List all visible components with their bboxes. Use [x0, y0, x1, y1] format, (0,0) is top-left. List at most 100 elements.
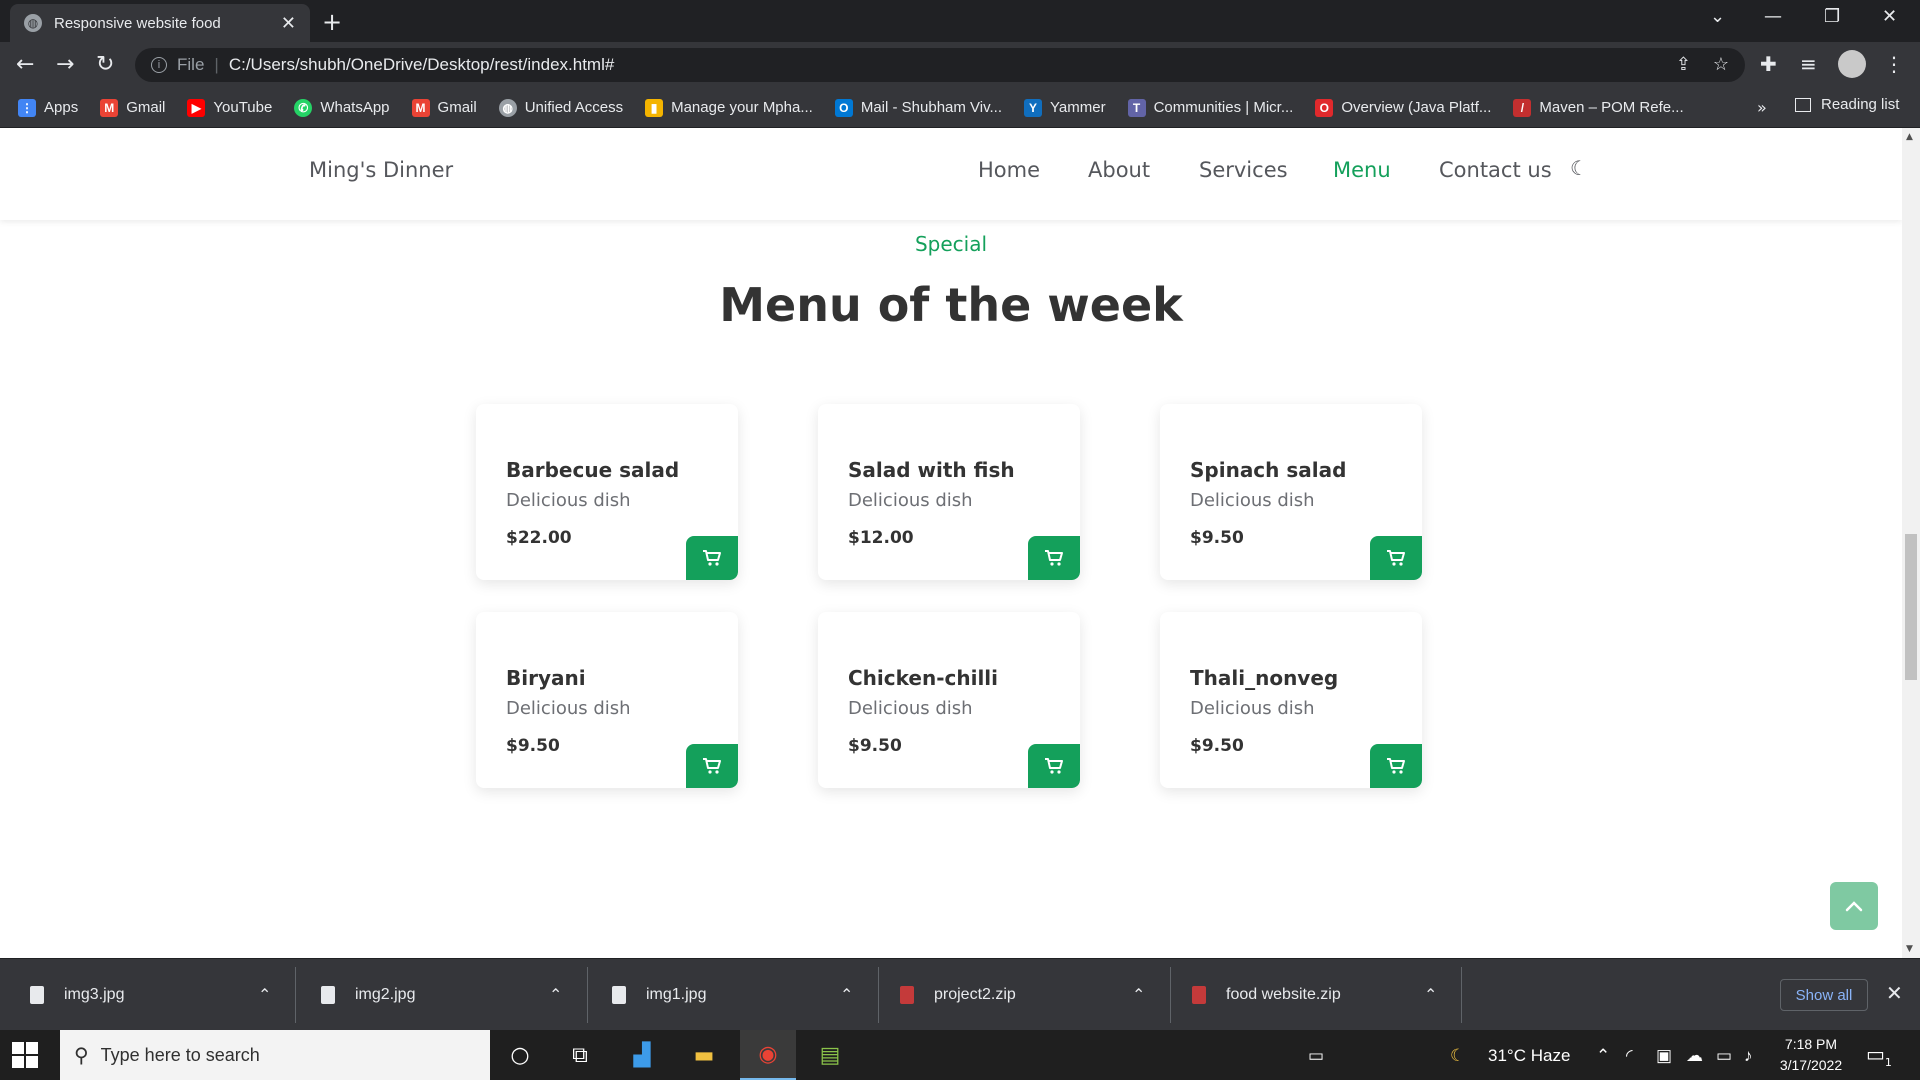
weather-moon-icon[interactable]: ☾: [1450, 1046, 1465, 1066]
onedrive-cloud-icon[interactable]: ☁: [1686, 1046, 1703, 1066]
browser-toolbar: ← → ↻ i File | C:/Users/shubh/OneDrive/D…: [0, 42, 1920, 88]
download-item[interactable]: food website.zip ⌃: [1192, 959, 1442, 1031]
nav-menu[interactable]: Menu: [1333, 158, 1391, 182]
add-to-cart-button[interactable]: [686, 536, 738, 580]
close-downloads-icon[interactable]: ✕: [1886, 981, 1903, 1005]
taskbar-clock[interactable]: 7:18 PM 3/17/2022: [1776, 1034, 1846, 1076]
bookmark-whatsapp[interactable]: ✆ WhatsApp: [294, 98, 390, 117]
add-to-cart-button[interactable]: [1028, 744, 1080, 788]
show-hidden-icons-chevron-icon[interactable]: ⌃: [1596, 1046, 1610, 1066]
nav-home[interactable]: Home: [978, 158, 1040, 182]
browser-tab[interactable]: ◍ Responsive website food ✕: [10, 4, 310, 42]
bookmark-yammer[interactable]: Y Yammer: [1024, 98, 1106, 117]
network-icon[interactable]: ◜: [1626, 1046, 1633, 1066]
bookmark-maven[interactable]: / Maven – POM Refe...: [1513, 98, 1684, 117]
dish-description: Delicious dish: [848, 490, 973, 511]
bookmarks-bar: ⋮ Apps M Gmail ▶ YouTube ✆ WhatsApp M Gmail ◍…: [0, 88, 1920, 128]
menu-card: Barbecue salad Delicious dish $22.00: [476, 404, 738, 580]
more-bookmarks-button[interactable]: »: [1757, 98, 1767, 117]
minimize-button[interactable]: —: [1764, 6, 1782, 27]
bookmark-communities[interactable]: T Communities | Micr...: [1127, 98, 1293, 117]
tab-search-chevron-icon[interactable]: ⌄: [1710, 6, 1725, 27]
site-logo[interactable]: Ming's Dinner: [309, 158, 453, 182]
url-text[interactable]: C:/Users/shubh/OneDrive/Desktop/rest/ind…: [229, 55, 615, 75]
bookmark-gmail-2[interactable]: M Gmail: [411, 98, 477, 117]
nav-about[interactable]: About: [1088, 158, 1150, 182]
address-bar[interactable]: i File | C:/Users/shubh/OneDrive/Desktop…: [135, 48, 1745, 82]
scrollbar-thumb[interactable]: [1905, 534, 1917, 680]
chevron-up-icon[interactable]: ⌃: [549, 985, 562, 1005]
bookmark-java-overview[interactable]: O Overview (Java Platf...: [1315, 98, 1491, 117]
scroll-to-top-button[interactable]: [1830, 882, 1878, 930]
chevron-up-icon[interactable]: ⌃: [840, 985, 853, 1005]
notepad-app-icon[interactable]: ▤: [802, 1030, 858, 1080]
download-item[interactable]: img1.jpg ⌃: [612, 959, 862, 1031]
image-file-icon: [30, 986, 44, 1004]
meet-now-icon[interactable]: ▣: [1656, 1046, 1672, 1066]
dish-price: $22.00: [506, 528, 572, 548]
extensions-puzzle-icon[interactable]: ✚: [1760, 52, 1777, 76]
scroll-down-arrow-icon[interactable]: ▼: [1906, 944, 1913, 954]
site-info-icon[interactable]: i: [151, 57, 167, 73]
add-to-cart-button[interactable]: [1028, 536, 1080, 580]
nav-services[interactable]: Services: [1199, 158, 1288, 182]
add-to-cart-button[interactable]: [1370, 744, 1422, 788]
volume-icon[interactable]: ♪: [1744, 1046, 1753, 1066]
show-all-downloads-button[interactable]: Show all: [1780, 979, 1868, 1011]
file-explorer-icon[interactable]: ▬: [676, 1030, 732, 1080]
download-item[interactable]: project2.zip ⌃: [900, 959, 1150, 1031]
page-scrollbar[interactable]: ▲ ▼: [1902, 128, 1920, 958]
nav-contact[interactable]: Contact us: [1439, 158, 1552, 182]
taskbar-search-box[interactable]: ⚲ Type here to search: [60, 1030, 490, 1080]
weather-text[interactable]: 31°C Haze: [1488, 1046, 1570, 1066]
desktop-app-icon[interactable]: ▟: [614, 1030, 670, 1080]
download-item[interactable]: img3.jpg ⌃: [30, 959, 280, 1031]
cortana-icon[interactable]: ○: [492, 1030, 548, 1080]
chrome-icon[interactable]: ◉: [740, 1030, 796, 1080]
media-queue-icon[interactable]: ≡: [1800, 52, 1817, 76]
download-divider: [1461, 967, 1462, 1023]
menu-card: Spinach salad Delicious dish $9.50: [1160, 404, 1422, 580]
dish-name: Spinach salad: [1190, 458, 1347, 482]
close-window-button[interactable]: ✕: [1882, 6, 1897, 27]
bookmark-manage-mpha[interactable]: ▮ Manage your Mpha...: [645, 98, 813, 117]
profile-avatar[interactable]: [1838, 50, 1866, 78]
yammer-icon: Y: [1024, 98, 1043, 117]
globe-icon: ◍: [24, 14, 42, 32]
keyboard-icon[interactable]: ▭: [1308, 1046, 1324, 1066]
windows-taskbar: ⚲ Type here to search ○ ⧉ ▟ ▬ ◉ ▤ ▭ ☾ 31…: [0, 1030, 1920, 1080]
tab-close-icon[interactable]: ✕: [281, 13, 296, 34]
chevron-up-icon[interactable]: ⌃: [258, 985, 271, 1005]
site-header: Ming's Dinner Home About Services Menu C…: [0, 128, 1902, 220]
download-item[interactable]: img2.jpg ⌃: [321, 959, 571, 1031]
add-to-cart-button[interactable]: [686, 744, 738, 788]
bookmark-unified-access[interactable]: ◍ Unified Access: [498, 98, 623, 117]
scroll-up-arrow-icon[interactable]: ▲: [1906, 132, 1913, 142]
search-placeholder: Type here to search: [100, 1044, 260, 1065]
bookmark-star-icon[interactable]: ☆: [1713, 54, 1729, 75]
share-icon[interactable]: ⇪: [1676, 54, 1691, 75]
reading-list-button[interactable]: Reading list: [1795, 96, 1899, 113]
add-to-cart-button[interactable]: [1370, 536, 1422, 580]
windows-start-button[interactable]: [12, 1042, 38, 1068]
reload-icon[interactable]: ↻: [96, 52, 114, 77]
bookmark-gmail[interactable]: M Gmail: [100, 98, 165, 117]
task-view-icon[interactable]: ⧉: [552, 1030, 608, 1080]
dark-mode-moon-icon[interactable]: ☾: [1570, 156, 1588, 180]
new-tab-button[interactable]: +: [322, 8, 342, 36]
clock-time: 7:18 PM: [1784, 1036, 1838, 1052]
bookmark-mail-outlook[interactable]: O Mail - Shubham Viv...: [834, 98, 1002, 117]
download-filename: project2.zip: [934, 986, 1016, 1003]
restore-button[interactable]: ❐: [1824, 6, 1840, 27]
apps-grid-icon: ⋮: [18, 98, 36, 117]
chevron-up-icon[interactable]: ⌃: [1132, 985, 1145, 1005]
forward-arrow-icon[interactable]: →: [56, 52, 74, 77]
bookmark-youtube[interactable]: ▶ YouTube: [187, 98, 272, 117]
battery-icon[interactable]: ▭: [1716, 1046, 1732, 1066]
back-arrow-icon[interactable]: ←: [16, 52, 34, 77]
download-divider: [878, 967, 879, 1023]
chrome-menu-icon[interactable]: ⋮: [1884, 52, 1904, 76]
chevron-up-icon[interactable]: ⌃: [1424, 985, 1437, 1005]
bookmark-apps[interactable]: ⋮ Apps: [18, 98, 78, 117]
notifications-button[interactable]: ▭1: [1866, 1042, 1892, 1069]
